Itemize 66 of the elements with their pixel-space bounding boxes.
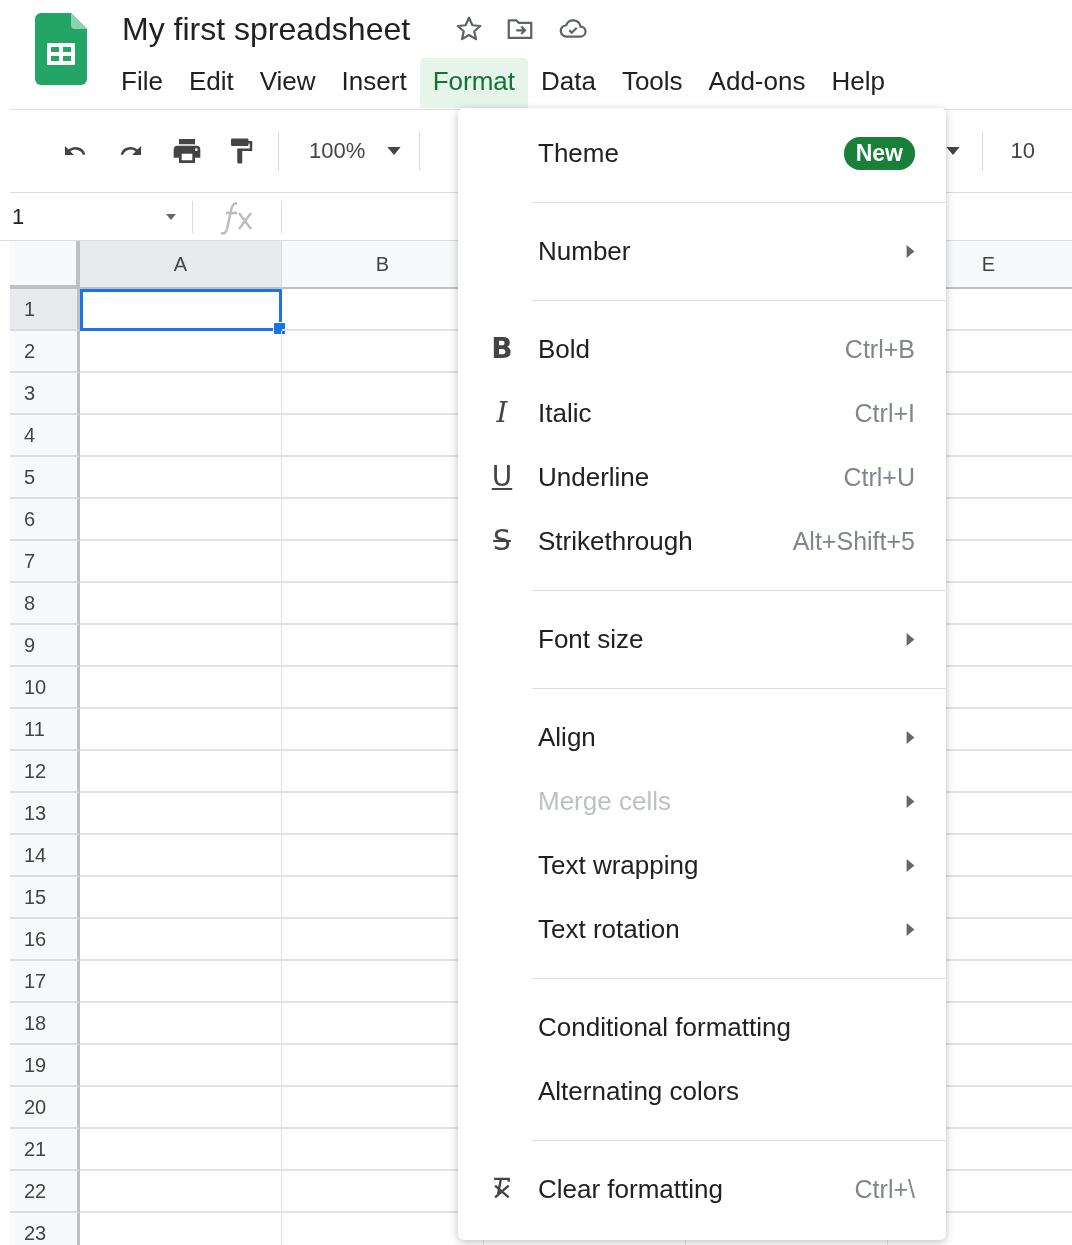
row-header[interactable]: 11 (10, 709, 80, 751)
row-header[interactable]: 22 (10, 1171, 80, 1213)
menu-item[interactable]: View (246, 58, 329, 108)
row-header[interactable]: 19 (10, 1045, 80, 1087)
bold-icon: B (491, 335, 513, 363)
menu-option[interactable]: Font size (458, 607, 946, 671)
font-size-field[interactable]: 10 (1010, 138, 1035, 164)
menu-option[interactable]: Clear formatting Ctrl+\ (458, 1157, 946, 1221)
row-header[interactable]: 14 (10, 835, 80, 877)
caret-icon[interactable] (945, 147, 960, 155)
submenu-arrow-icon (906, 730, 915, 744)
menu-option[interactable]: I Italic Ctrl+I (458, 381, 946, 445)
caret-icon[interactable] (166, 213, 176, 220)
new-badge: New (843, 136, 915, 170)
row-header[interactable]: 3 (10, 373, 80, 415)
row-header[interactable]: 18 (10, 1003, 80, 1045)
menu-item[interactable]: File (108, 58, 176, 108)
column-header[interactable]: A (80, 241, 282, 289)
submenu-arrow-icon (906, 858, 915, 872)
row-header[interactable]: 5 (10, 457, 80, 499)
caret-icon[interactable] (387, 147, 402, 155)
row-header[interactable]: 12 (10, 751, 80, 793)
row-header[interactable]: 8 (10, 583, 80, 625)
submenu-arrow-icon (906, 244, 915, 258)
sheets-logo-icon[interactable] (35, 13, 87, 85)
menu-item[interactable]: Format (419, 58, 528, 108)
underline-icon: U (491, 463, 513, 491)
submenu-arrow-icon (906, 632, 915, 646)
row-header[interactable]: 10 (10, 667, 80, 709)
strikethrough-icon: S (493, 527, 511, 555)
row-header[interactable]: 9 (10, 625, 80, 667)
menu-item[interactable]: Help (818, 58, 898, 108)
document-title[interactable]: My first spreadsheet (122, 10, 411, 48)
row-header[interactable]: 4 (10, 415, 80, 457)
menu-option[interactable]: B Bold Ctrl+B (458, 317, 946, 381)
fill-handle[interactable] (273, 322, 286, 335)
row-header[interactable]: 23 (10, 1213, 80, 1245)
zoom-dropdown[interactable]: 100% (309, 138, 366, 164)
row-header[interactable]: 21 (10, 1129, 80, 1171)
menu-option[interactable]: Text wrapping (458, 833, 946, 897)
menu-option[interactable]: Conditional formatting (458, 995, 946, 1059)
name-box[interactable]: 1 (0, 203, 166, 230)
row-header[interactable]: 2 (10, 331, 80, 373)
menu-option[interactable]: U Underline Ctrl+U (458, 445, 946, 509)
row-header[interactable]: 15 (10, 877, 80, 919)
menu-item[interactable]: Add-ons (695, 58, 819, 108)
menu-option[interactable]: Text rotation (458, 897, 946, 961)
menu-item[interactable]: Edit (175, 58, 247, 108)
menu-option[interactable]: Alternating colors (458, 1059, 946, 1123)
row-header[interactable]: 6 (10, 499, 80, 541)
italic-icon: I (496, 399, 508, 427)
submenu-arrow-icon (906, 794, 915, 808)
menu-item[interactable]: Insert (328, 58, 420, 108)
row-header[interactable]: 7 (10, 541, 80, 583)
menu-option[interactable]: S Strikethrough Alt+Shift+5 (458, 509, 946, 573)
row-header[interactable]: 17 (10, 961, 80, 1003)
menu-option[interactable]: Align (458, 705, 946, 769)
menu-option[interactable]: Theme New (458, 121, 946, 185)
row-header[interactable]: 16 (10, 919, 80, 961)
row-header[interactable]: 1 (10, 289, 80, 331)
menu-item[interactable]: Tools (608, 58, 696, 108)
row-header[interactable]: 13 (10, 793, 80, 835)
select-all-corner[interactable] (10, 241, 80, 289)
submenu-arrow-icon (906, 922, 915, 936)
menu-item[interactable]: Data (528, 58, 609, 108)
row-header[interactable]: 20 (10, 1087, 80, 1129)
